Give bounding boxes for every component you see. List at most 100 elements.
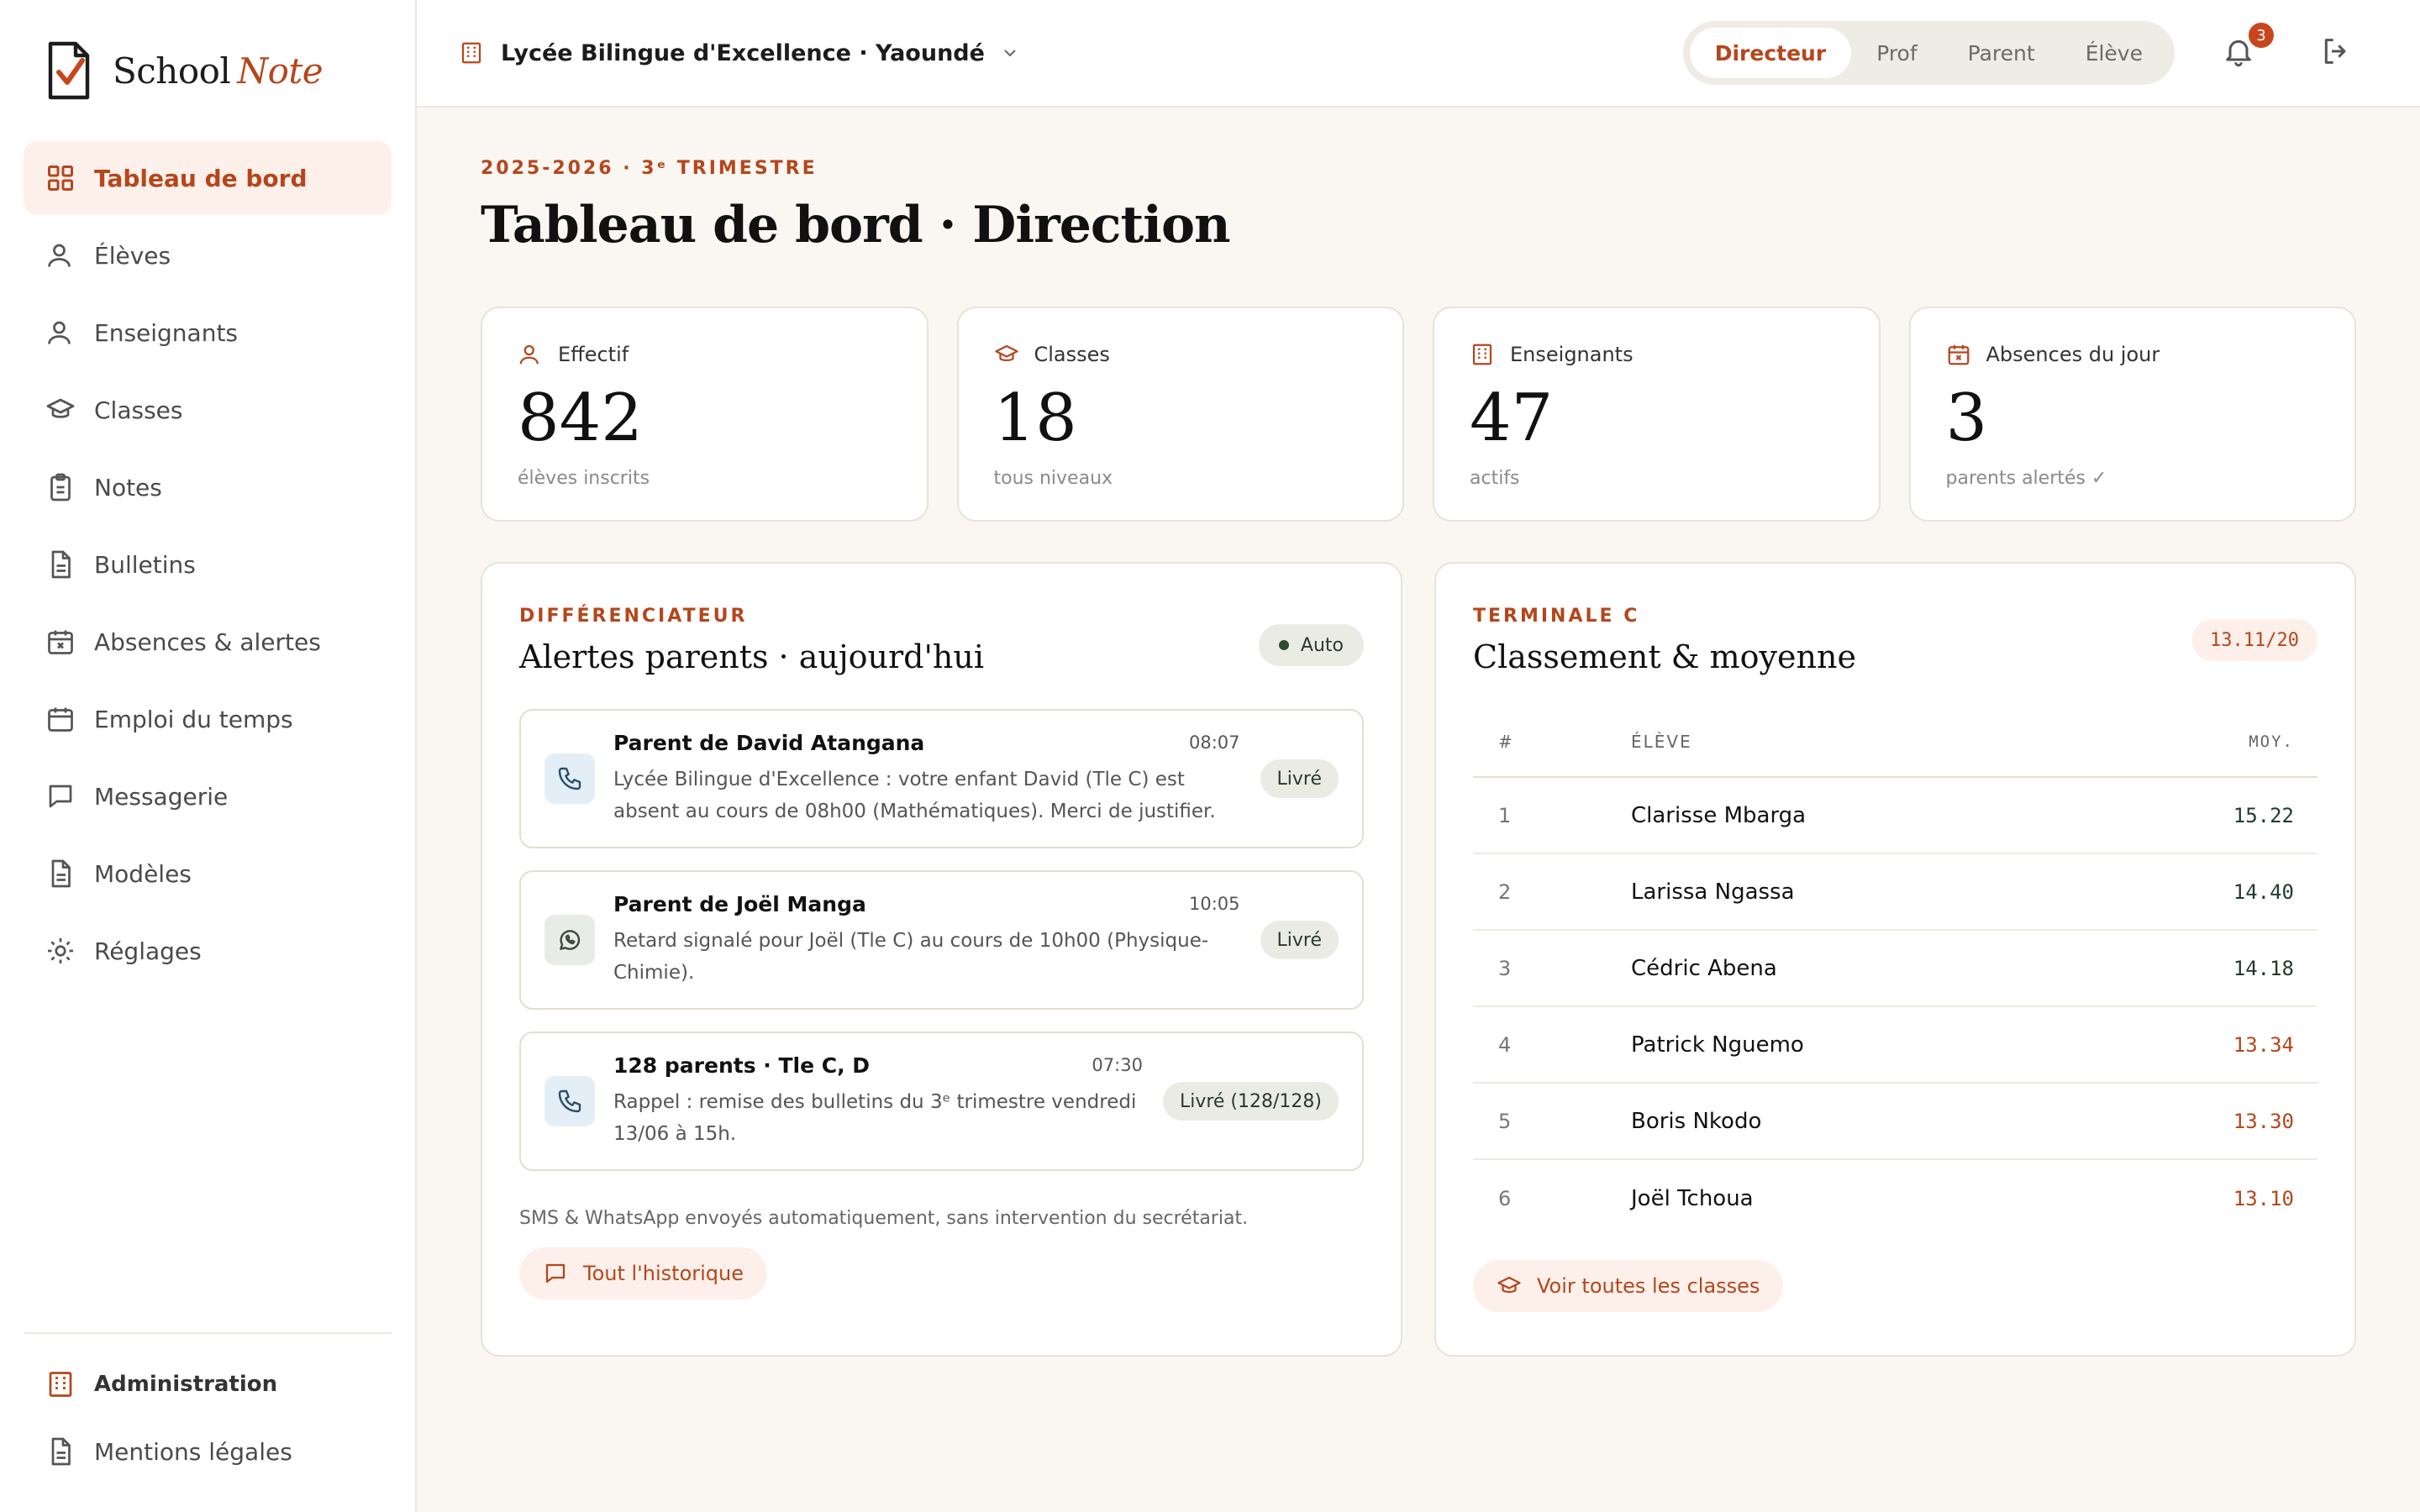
parent-alerts-panel: DIFFÉRENCIATEUR Alertes parents · aujour… [481, 562, 1402, 1357]
auto-badge: Auto [1258, 624, 1364, 666]
student-name-cell: Clarisse Mbarga [1631, 802, 1807, 828]
panel-title: Alertes parents · aujourd'hui [519, 638, 985, 675]
student-name-cell: Boris Nkodo [1631, 1108, 1762, 1134]
stat-sub: actifs [1470, 468, 1520, 489]
sidebar-item-label: Administration [94, 1372, 278, 1397]
table-row[interactable]: 3 Cédric Abena 14.18 [1473, 931, 2317, 1007]
sidebar-item-label: Notes [94, 473, 162, 501]
sidebar-item-label: Messagerie [94, 782, 229, 811]
stat-label: Absences du jour [1986, 343, 2160, 366]
sidebar-item-students[interactable]: Élèves [24, 218, 392, 292]
stat-sub: élèves inscrits [518, 468, 650, 489]
average-cell: 13.34 [2233, 1032, 2294, 1057]
rank-cell: 4 [1498, 1032, 1512, 1057]
list-item[interactable]: Parent de Joël Manga 10:05 Retard signal… [519, 870, 1364, 1010]
role-tab-teacher[interactable]: Prof [1851, 28, 1942, 78]
student-name-cell: Larissa Ngassa [1631, 879, 1795, 905]
rank-cell: 6 [1498, 1186, 1512, 1210]
stat-value: 842 [518, 381, 643, 456]
table-row[interactable]: 6 Joël Tchoua 13.10 [1473, 1160, 2317, 1236]
column-header-rank: # [1498, 732, 1514, 752]
sidebar-item-messages[interactable]: Messagerie [24, 759, 392, 833]
alerts-footnote: SMS & WhatsApp envoyés automatiquement, … [519, 1208, 1249, 1229]
class-average-badge: 13.11/20 [2191, 619, 2317, 661]
sidebar-item-label: Enseignants [94, 318, 239, 347]
stat-card-enrollment: Effectif 842 élèves inscrits [481, 307, 929, 522]
all-classes-button-label: Voir toutes les classes [1537, 1274, 1760, 1298]
gear-icon [48, 938, 73, 963]
role-tab-parent[interactable]: Parent [1943, 28, 2060, 78]
sidebar-item-timetable[interactable]: Emploi du temps [24, 682, 392, 756]
student-name-cell: Joël Tchoua [1631, 1185, 1754, 1211]
table-header: # ÉLÈVE MOY. [1473, 707, 2317, 778]
note-check-icon [48, 41, 90, 100]
channel-sms [544, 753, 595, 804]
table-row[interactable]: 2 Larissa Ngassa 14.40 [1473, 854, 2317, 931]
sidebar-item-notes[interactable]: Notes [24, 450, 392, 524]
app-root: School Note Tableau de bord Élèves Enseig… [0, 0, 2420, 1512]
average-cell: 13.30 [2233, 1109, 2294, 1133]
sidebar-item-label: Modèles [94, 859, 192, 888]
sidebar-item-reports[interactable]: Bulletins [24, 528, 392, 601]
alert-time: 10:05 [1188, 894, 1240, 914]
average-cell: 15.22 [2233, 803, 2294, 827]
sidebar-item-label: Mentions légales [94, 1437, 292, 1466]
sidebar-item-absences[interactable]: Absences & alertes [24, 605, 392, 679]
stat-label: Classes [1034, 343, 1110, 366]
all-classes-button[interactable]: Voir toutes les classes [1473, 1260, 1784, 1312]
sidebar-item-label: Classes [94, 396, 183, 424]
stats-row: Effectif 842 élèves inscrits Classes 18 … [481, 307, 2356, 522]
user-icon [519, 344, 539, 365]
user-icon [48, 321, 71, 344]
role-tab-student[interactable]: Élève [2060, 28, 2168, 78]
sidebar-item-dashboard[interactable]: Tableau de bord [24, 141, 392, 215]
sidebar-nav: Tableau de bord Élèves Enseignants Class… [24, 141, 392, 988]
brand-logo[interactable]: School Note [24, 0, 392, 141]
school-selector[interactable]: Lycée Bilingue d'Excellence · Yaoundé [459, 40, 1020, 66]
main-area: Lycée Bilingue d'Excellence · Yaoundé Di… [417, 0, 2420, 1512]
list-item[interactable]: Parent de David Atangana 08:07 Lycée Bil… [519, 709, 1364, 848]
stat-value: 47 [1470, 381, 1554, 456]
sidebar-item-label: Réglages [94, 937, 202, 965]
rank-cell: 5 [1498, 1109, 1512, 1133]
sidebar-item-classes[interactable]: Classes [24, 373, 392, 447]
alert-time: 08:07 [1188, 732, 1240, 753]
sidebar-item-administration[interactable]: Administration [24, 1351, 392, 1418]
list-item[interactable]: 128 parents · Tle C, D 07:30 Rappel : re… [519, 1032, 1364, 1171]
notifications-button[interactable]: 3 [2222, 23, 2274, 71]
role-switcher: Directeur Prof Parent Élève [1682, 21, 2175, 85]
role-tab-director[interactable]: Directeur [1689, 28, 1852, 78]
average-cell: 14.18 [2233, 956, 2294, 980]
status-badge: Livré [1260, 759, 1339, 798]
chat-icon [545, 1263, 566, 1284]
phone-icon [558, 767, 581, 790]
stat-card-teachers: Enseignants 47 actifs [1433, 307, 1881, 522]
stat-label: Enseignants [1510, 343, 1634, 366]
alert-recipient: Parent de Joël Manga [613, 891, 866, 916]
sidebar-item-teachers[interactable]: Enseignants [24, 296, 392, 370]
logout-button[interactable] [2319, 34, 2356, 71]
history-button[interactable]: Tout l'historique [519, 1247, 768, 1299]
sidebar-item-settings[interactable]: Réglages [24, 914, 392, 988]
sidebar-item-templates[interactable]: Modèles [24, 837, 392, 911]
sidebar-item-label: Tableau de bord [94, 164, 308, 192]
student-name-cell: Cédric Abena [1631, 955, 1777, 981]
page-title: Tableau de bord · Direction [481, 196, 1231, 255]
document-icon [51, 550, 71, 579]
table-row[interactable]: 1 Clarisse Mbarga 15.22 [1473, 778, 2317, 854]
status-badge: Livré (128/128) [1162, 1082, 1339, 1121]
alert-message: Rappel : remise des bulletins du 3ᵉ trim… [613, 1090, 1137, 1145]
auto-badge-label: Auto [1300, 634, 1344, 656]
notification-badge: 3 [2249, 23, 2274, 48]
phone-icon [558, 1089, 581, 1113]
stat-card-classes: Classes 18 tous niveaux [956, 307, 1404, 522]
table-row[interactable]: 4 Patrick Nguemo 13.34 [1473, 1007, 2317, 1084]
sidebar-item-legal[interactable]: Mentions légales [24, 1418, 392, 1485]
sidebar-item-label: Élèves [94, 241, 171, 270]
stat-sub: tous niveaux [993, 468, 1113, 489]
table-row[interactable]: 5 Boris Nkodo 13.30 [1473, 1084, 2317, 1160]
average-cell: 14.40 [2233, 879, 2294, 904]
sidebar-item-label: Absences & alertes [94, 627, 321, 656]
chevron-down-icon [1004, 50, 1016, 57]
sidebar-footer: Administration Mentions légales [24, 1332, 392, 1512]
